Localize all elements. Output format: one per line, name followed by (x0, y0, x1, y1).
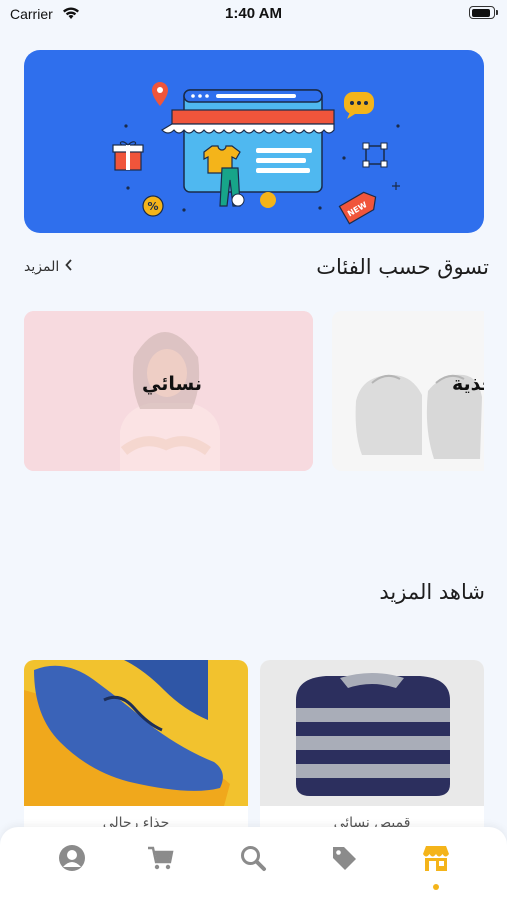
location-pin-icon (152, 82, 168, 106)
online-store-illustration: % NEW (112, 82, 400, 225)
discount-badge-icon: % (142, 195, 164, 217)
category-card-women[interactable]: نسائي (24, 311, 313, 471)
battery-icon (469, 6, 498, 19)
tab-cart[interactable] (143, 843, 177, 877)
clock: 1:40 AM (225, 5, 282, 22)
status-bar: Carrier 1:40 AM (0, 0, 507, 30)
see-more-title: شاهد المزيد (379, 580, 485, 604)
tag-icon (330, 844, 358, 876)
more-label: المزيد (24, 259, 60, 275)
bottom-tab-bar (0, 827, 507, 900)
categories-header: المزيد تسوق حسب الفئات (24, 255, 489, 279)
see-more-header: شاهد المزيد (24, 580, 489, 604)
selection-frame-icon (362, 142, 388, 168)
product-card[interactable]: حذاء رجالي (24, 660, 248, 840)
tab-profile[interactable] (55, 843, 89, 877)
tab-search[interactable] (236, 843, 270, 877)
store-icon (421, 844, 451, 876)
svg-text:%: % (147, 200, 158, 213)
active-tab-indicator (433, 884, 439, 890)
tab-offers[interactable] (327, 843, 361, 877)
category-label-shoes: أحذية (452, 373, 484, 395)
profile-icon (58, 844, 86, 876)
tab-store[interactable] (419, 843, 453, 877)
chevron-left-icon (65, 259, 73, 275)
product-image-shoe (24, 660, 248, 806)
categories-more-link[interactable]: المزيد (24, 259, 73, 275)
gift-icon (112, 141, 144, 171)
categories-carousel[interactable]: نسائي أحذية (24, 311, 484, 471)
product-image-sweater (260, 660, 484, 806)
search-icon (239, 844, 267, 876)
category-label-women: نسائي (142, 373, 202, 395)
categories-title: تسوق حسب الفئات (316, 255, 489, 279)
product-card[interactable]: قميص نسائي (260, 660, 484, 840)
category-card-shoes[interactable]: أحذية (332, 311, 484, 471)
chat-bubble-icon (344, 92, 374, 119)
cart-icon (146, 845, 174, 875)
new-tag-icon: NEW (338, 191, 377, 225)
promo-banner[interactable]: % NEW (24, 50, 484, 233)
